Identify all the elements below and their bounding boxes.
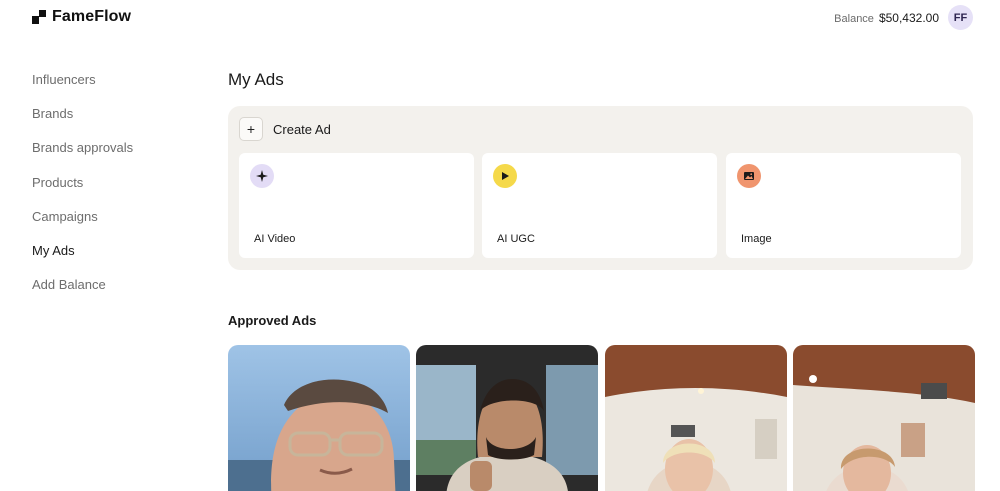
balance-label: Balance: [834, 13, 874, 25]
avatar[interactable]: FF: [948, 5, 973, 30]
approved-ad-thumbnail[interactable]: [416, 345, 598, 491]
sidebar-item-brands-approvals[interactable]: Brands approvals: [32, 139, 133, 173]
ad-type-ai-ugc[interactable]: AI UGC: [482, 153, 717, 258]
balance-display: Balance $50,432.00: [834, 11, 939, 25]
app-page: FameFlow Balance $50,432.00 FF Influence…: [0, 0, 1000, 491]
approved-ad-thumbnail[interactable]: [228, 345, 410, 491]
sidebar-item-brands[interactable]: Brands: [32, 105, 133, 139]
sidebar-item-influencers[interactable]: Influencers: [32, 71, 133, 105]
ad-type-ai-video[interactable]: AI Video: [239, 153, 474, 258]
plus-icon: +: [239, 117, 263, 141]
create-ad-button[interactable]: + Create Ad: [239, 117, 331, 141]
ad-type-label: AI UGC: [497, 233, 535, 245]
ad-type-image[interactable]: Image: [726, 153, 961, 258]
play-icon: [493, 164, 517, 188]
video-thumbnail-man-car: [416, 345, 598, 491]
page-title: My Ads: [228, 70, 284, 89]
video-thumbnail-woman-room-2: [793, 345, 975, 491]
sidebar-item-my-ads[interactable]: My Ads: [32, 242, 133, 276]
create-ad-label: Create Ad: [273, 121, 331, 137]
sidebar-item-products[interactable]: Products: [32, 174, 133, 208]
approved-ad-thumbnail[interactable]: [793, 345, 975, 491]
ad-type-label: AI Video: [254, 233, 296, 245]
sidebar-item-add-balance[interactable]: Add Balance: [32, 276, 133, 310]
video-thumbnail-woman-room: [605, 345, 787, 491]
logo-icon: [32, 10, 46, 24]
sidebar: Influencers Brands Brands approvals Prod…: [32, 71, 133, 310]
sparkle-icon: [250, 164, 274, 188]
logo-text: FameFlow: [52, 8, 132, 25]
create-ad-panel: + Create Ad AI Video AI UGC Image: [228, 106, 973, 270]
logo[interactable]: FameFlow: [32, 8, 131, 26]
approved-ad-thumbnail[interactable]: [605, 345, 787, 491]
video-thumbnail-man-beach: [228, 345, 410, 491]
balance-value: $50,432.00: [878, 11, 939, 25]
sidebar-item-campaigns[interactable]: Campaigns: [32, 208, 133, 242]
approved-ads-title: Approved Ads: [228, 313, 317, 328]
image-icon: [737, 164, 761, 188]
ad-type-label: Image: [741, 233, 772, 245]
